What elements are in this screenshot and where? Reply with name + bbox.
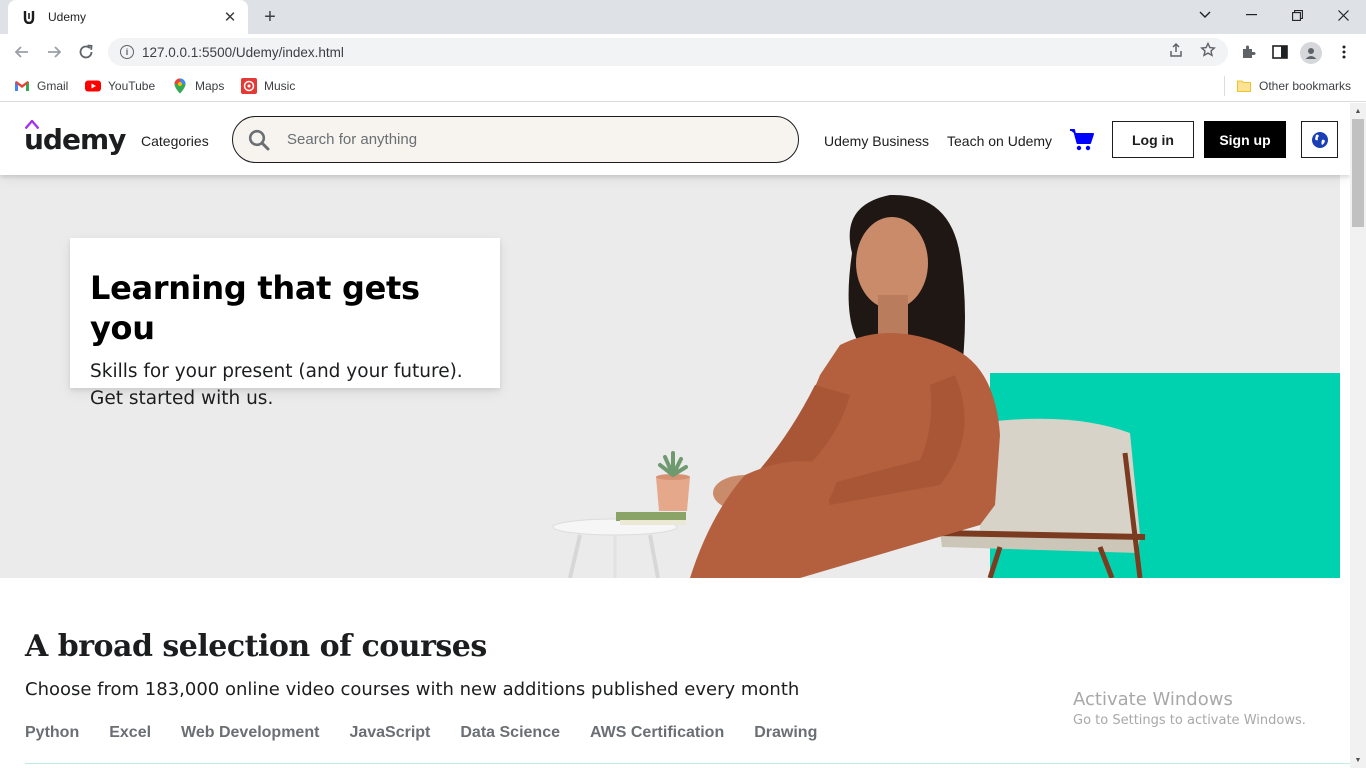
- udemy-logo[interactable]: udemy: [24, 120, 126, 159]
- extensions-icon[interactable]: [1236, 40, 1260, 64]
- tab-excel[interactable]: Excel: [109, 724, 151, 746]
- hero-subtitle: Skills for your present (and your future…: [90, 361, 463, 409]
- tab-close-icon[interactable]: ✕: [222, 9, 238, 26]
- back-icon[interactable]: [10, 40, 34, 64]
- minimize-icon[interactable]: [1228, 0, 1274, 30]
- login-button[interactable]: Log in: [1112, 121, 1194, 158]
- cart-icon[interactable]: [1069, 128, 1095, 152]
- hero-title: Learning that gets you: [90, 269, 420, 347]
- bookmark-label: Music: [264, 79, 296, 93]
- gmail-icon: [14, 78, 30, 94]
- profile-avatar-icon[interactable]: [1300, 42, 1322, 64]
- tab-data-science[interactable]: Data Science: [460, 724, 560, 746]
- page-viewport: udemy Categories Udemy Business Teach on…: [0, 103, 1350, 768]
- forward-icon[interactable]: [42, 40, 66, 64]
- search-input[interactable]: [287, 131, 767, 148]
- tab-search-icon[interactable]: [1182, 0, 1228, 30]
- globe-icon: [1311, 131, 1328, 148]
- window-close-icon[interactable]: [1320, 0, 1366, 30]
- courses-section-subtitle: Choose from 183,000 online video courses…: [25, 679, 800, 700]
- language-button[interactable]: [1301, 121, 1338, 158]
- music-icon: [241, 78, 257, 94]
- reload-icon[interactable]: [74, 40, 98, 64]
- topic-tabs: Python Excel Web Development JavaScript …: [25, 724, 847, 746]
- address-bar[interactable]: i 127.0.0.1:5500/Udemy/index.html: [108, 38, 1228, 66]
- scroll-up-arrow-icon[interactable]: ▲: [1350, 105, 1366, 117]
- other-bookmarks[interactable]: Other bookmarks: [1236, 76, 1351, 96]
- browser-toolbar: i 127.0.0.1:5500/Udemy/index.html: [0, 34, 1366, 70]
- bookmark-label: Maps: [195, 79, 225, 93]
- categories-link[interactable]: Categories: [141, 133, 209, 149]
- folder-icon: [1236, 78, 1252, 94]
- tab-javascript[interactable]: JavaScript: [349, 724, 430, 746]
- share-icon[interactable]: [1164, 38, 1188, 62]
- browser-tabstrip: Udemy ✕ +: [0, 0, 1366, 34]
- tab-title: Udemy: [48, 10, 87, 24]
- page-scrollbar[interactable]: ▲ ▼: [1350, 103, 1366, 768]
- logo-wordmark: udemy: [24, 123, 126, 156]
- bookmark-gmail[interactable]: Gmail: [14, 76, 68, 96]
- tab-python[interactable]: Python: [25, 724, 79, 746]
- tab-web-development[interactable]: Web Development: [181, 724, 319, 746]
- bookmark-music[interactable]: Music: [241, 76, 295, 96]
- bookmark-label: Gmail: [37, 79, 69, 93]
- bookmark-youtube[interactable]: YouTube: [85, 76, 155, 96]
- hero-illustration: [552, 194, 1146, 578]
- tabs-divider: [25, 763, 1350, 764]
- udemy-favicon-icon: [22, 9, 36, 25]
- bookmark-star-icon[interactable]: [1196, 38, 1220, 62]
- search-icon[interactable]: [247, 128, 271, 152]
- new-tab-button[interactable]: +: [258, 5, 282, 29]
- scroll-down-arrow-icon[interactable]: ▼: [1350, 754, 1366, 766]
- udemy-business-link[interactable]: Udemy Business: [824, 133, 929, 149]
- side-panel-icon[interactable]: [1268, 40, 1292, 64]
- address-url: 127.0.0.1:5500/Udemy/index.html: [142, 44, 344, 60]
- restore-icon[interactable]: [1274, 0, 1320, 30]
- bookmarks-separator: [1224, 76, 1225, 96]
- tab-aws-certification[interactable]: AWS Certification: [590, 724, 724, 746]
- windows-activation-watermark: Activate Windows Go to Settings to activ…: [1073, 689, 1306, 728]
- browser-tab[interactable]: Udemy ✕: [8, 0, 248, 34]
- bookmark-maps[interactable]: Maps: [172, 76, 224, 96]
- maps-icon: [172, 78, 188, 94]
- browser-menu-icon[interactable]: [1332, 40, 1356, 64]
- teach-on-udemy-link[interactable]: Teach on Udemy: [947, 133, 1052, 149]
- courses-section-title: A broad selection of courses: [25, 629, 487, 664]
- youtube-icon: [85, 78, 101, 94]
- scroll-thumb[interactable]: [1352, 119, 1364, 227]
- site-header: udemy Categories Udemy Business Teach on…: [0, 103, 1350, 175]
- hero-card: Learning that gets you Skills for your p…: [70, 238, 500, 409]
- activation-title: Activate Windows: [1073, 689, 1233, 710]
- other-bookmarks-label: Other bookmarks: [1259, 79, 1352, 93]
- tab-drawing[interactable]: Drawing: [754, 724, 817, 746]
- bookmarks-bar: Gmail YouTube Maps Music Other bookmarks: [0, 70, 1366, 102]
- signup-button[interactable]: Sign up: [1204, 121, 1286, 158]
- search-bar[interactable]: [232, 116, 799, 163]
- activation-subtitle: Go to Settings to activate Windows.: [1073, 713, 1306, 728]
- bookmark-label: YouTube: [108, 79, 156, 93]
- hero-banner: Learning that gets you Skills for your p…: [0, 175, 1340, 578]
- site-info-icon[interactable]: i: [120, 45, 134, 59]
